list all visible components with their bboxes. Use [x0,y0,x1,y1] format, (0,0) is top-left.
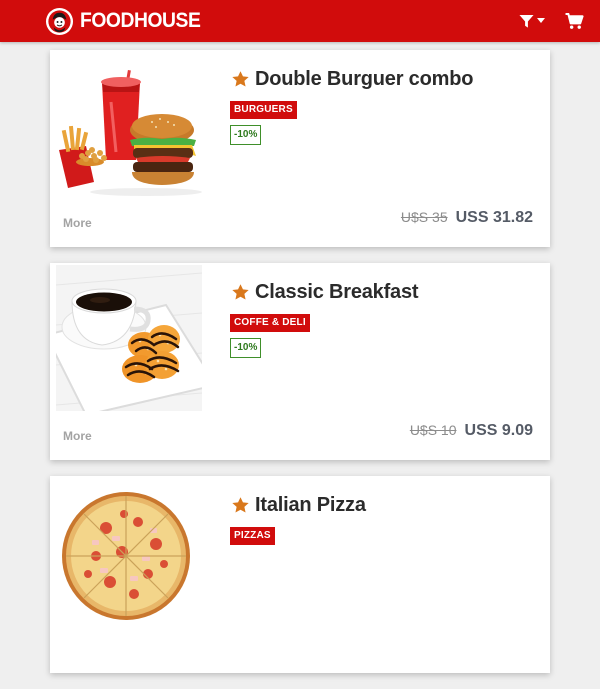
chevron-down-icon [537,17,545,23]
category-badge: COFFE & DELI [230,314,310,332]
shopping-cart-icon [565,12,584,29]
product-title[interactable]: Italian Pizza [231,494,366,517]
product-card[interactable]: Italian Pizza PIZZAS [50,476,550,673]
more-link[interactable]: More [63,216,92,230]
top-navbar: FOODHOUSE [0,0,600,42]
discount-badge: -10% [230,125,262,145]
product-list: Double Burguer combo BURGUERS -10% More … [50,50,550,689]
star-icon [232,284,249,300]
old-price: U$S 35 [400,209,448,225]
product-title-text: Classic Breakfast [255,281,419,303]
brand-name: FOODHOUSE [80,9,201,32]
product-title-text: Italian Pizza [255,494,366,516]
cart-button[interactable] [565,12,584,30]
category-badge: BURGUERS [230,101,297,119]
category-badge: PIZZAS [230,527,275,545]
product-image-pizza[interactable] [56,478,202,624]
more-link[interactable]: More [63,429,92,443]
logo-mascot-icon [45,7,74,35]
star-icon [232,497,249,513]
new-price: USS 31.82 [455,209,533,226]
product-card[interactable]: Classic Breakfast COFFE & DELI -10% More… [50,263,550,460]
product-image-burger-combo[interactable] [56,52,202,198]
price-group: U$S 10 USS 9.09 [410,422,533,440]
product-title-text: Double Burguer combo [255,68,474,90]
product-title[interactable]: Classic Breakfast [231,281,419,304]
star-icon [232,71,249,87]
filter-dropdown-button[interactable] [519,14,545,29]
product-image-coffee-breakfast[interactable] [56,265,202,411]
discount-badge: -10% [230,338,262,358]
product-card[interactable]: Double Burguer combo BURGUERS -10% More … [50,50,550,247]
old-price: U$S 10 [409,422,457,438]
new-price: USS 9.09 [464,422,533,439]
filter-icon [519,14,534,28]
brand-link[interactable]: FOODHOUSE [45,7,211,36]
price-group: U$S 35 USS 31.82 [401,209,533,227]
product-title[interactable]: Double Burguer combo [231,68,473,91]
